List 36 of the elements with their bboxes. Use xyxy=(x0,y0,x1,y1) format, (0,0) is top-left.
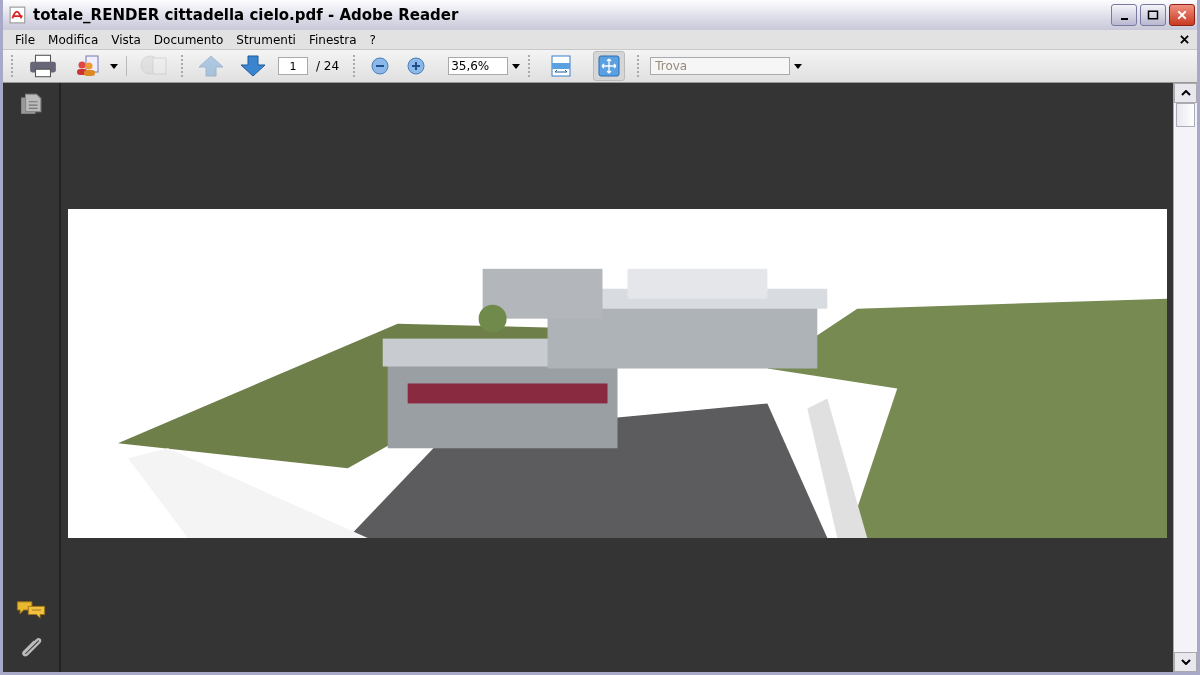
page-total: / 24 xyxy=(316,59,340,73)
close-icon[interactable] xyxy=(1180,35,1189,44)
zoom-out-icon[interactable] xyxy=(370,56,391,76)
menu-item[interactable]: Strumenti xyxy=(230,32,303,47)
menu-item[interactable]: Modifica xyxy=(42,32,106,47)
caret-icon[interactable] xyxy=(110,63,118,69)
fit-page-button[interactable] xyxy=(593,51,626,81)
caret-icon[interactable] xyxy=(794,63,803,69)
comments-icon[interactable] xyxy=(15,600,47,620)
menu-item[interactable]: Vista xyxy=(105,32,148,47)
caret-icon[interactable] xyxy=(512,63,521,69)
search-field[interactable]: Trova xyxy=(650,57,791,75)
pdf-icon xyxy=(9,6,27,24)
menu-item[interactable]: Finestra xyxy=(302,32,364,47)
minimize-button[interactable] xyxy=(1111,4,1137,26)
menu-item[interactable]: ? xyxy=(363,32,383,47)
down-arrow-icon[interactable] xyxy=(240,55,266,77)
window-title: totale_RENDER cittadella cielo.pdf - Adobe Reader xyxy=(33,6,459,24)
scroll-down-button[interactable] xyxy=(1174,652,1197,672)
close-icon xyxy=(1176,9,1188,21)
chevron-down-icon xyxy=(1180,659,1191,665)
scroll-thumb[interactable] xyxy=(1176,103,1195,127)
maximize-icon xyxy=(1147,9,1159,21)
zoom-field[interactable]: 35,6% xyxy=(448,57,509,75)
page-field[interactable]: 1 xyxy=(278,57,308,75)
menu-item[interactable]: File xyxy=(9,32,43,47)
maximize-button[interactable] xyxy=(1140,4,1166,26)
print-icon[interactable] xyxy=(28,53,58,79)
menu-item[interactable]: Documento xyxy=(147,32,231,47)
close-button[interactable] xyxy=(1169,4,1195,26)
zoom-in-icon[interactable] xyxy=(406,56,427,76)
pages-icon[interactable] xyxy=(19,93,43,115)
chevron-up-icon xyxy=(1180,90,1191,96)
minimize-icon xyxy=(1120,17,1128,20)
people-icon[interactable] xyxy=(74,54,102,78)
scroll-up-button[interactable] xyxy=(1174,83,1197,103)
